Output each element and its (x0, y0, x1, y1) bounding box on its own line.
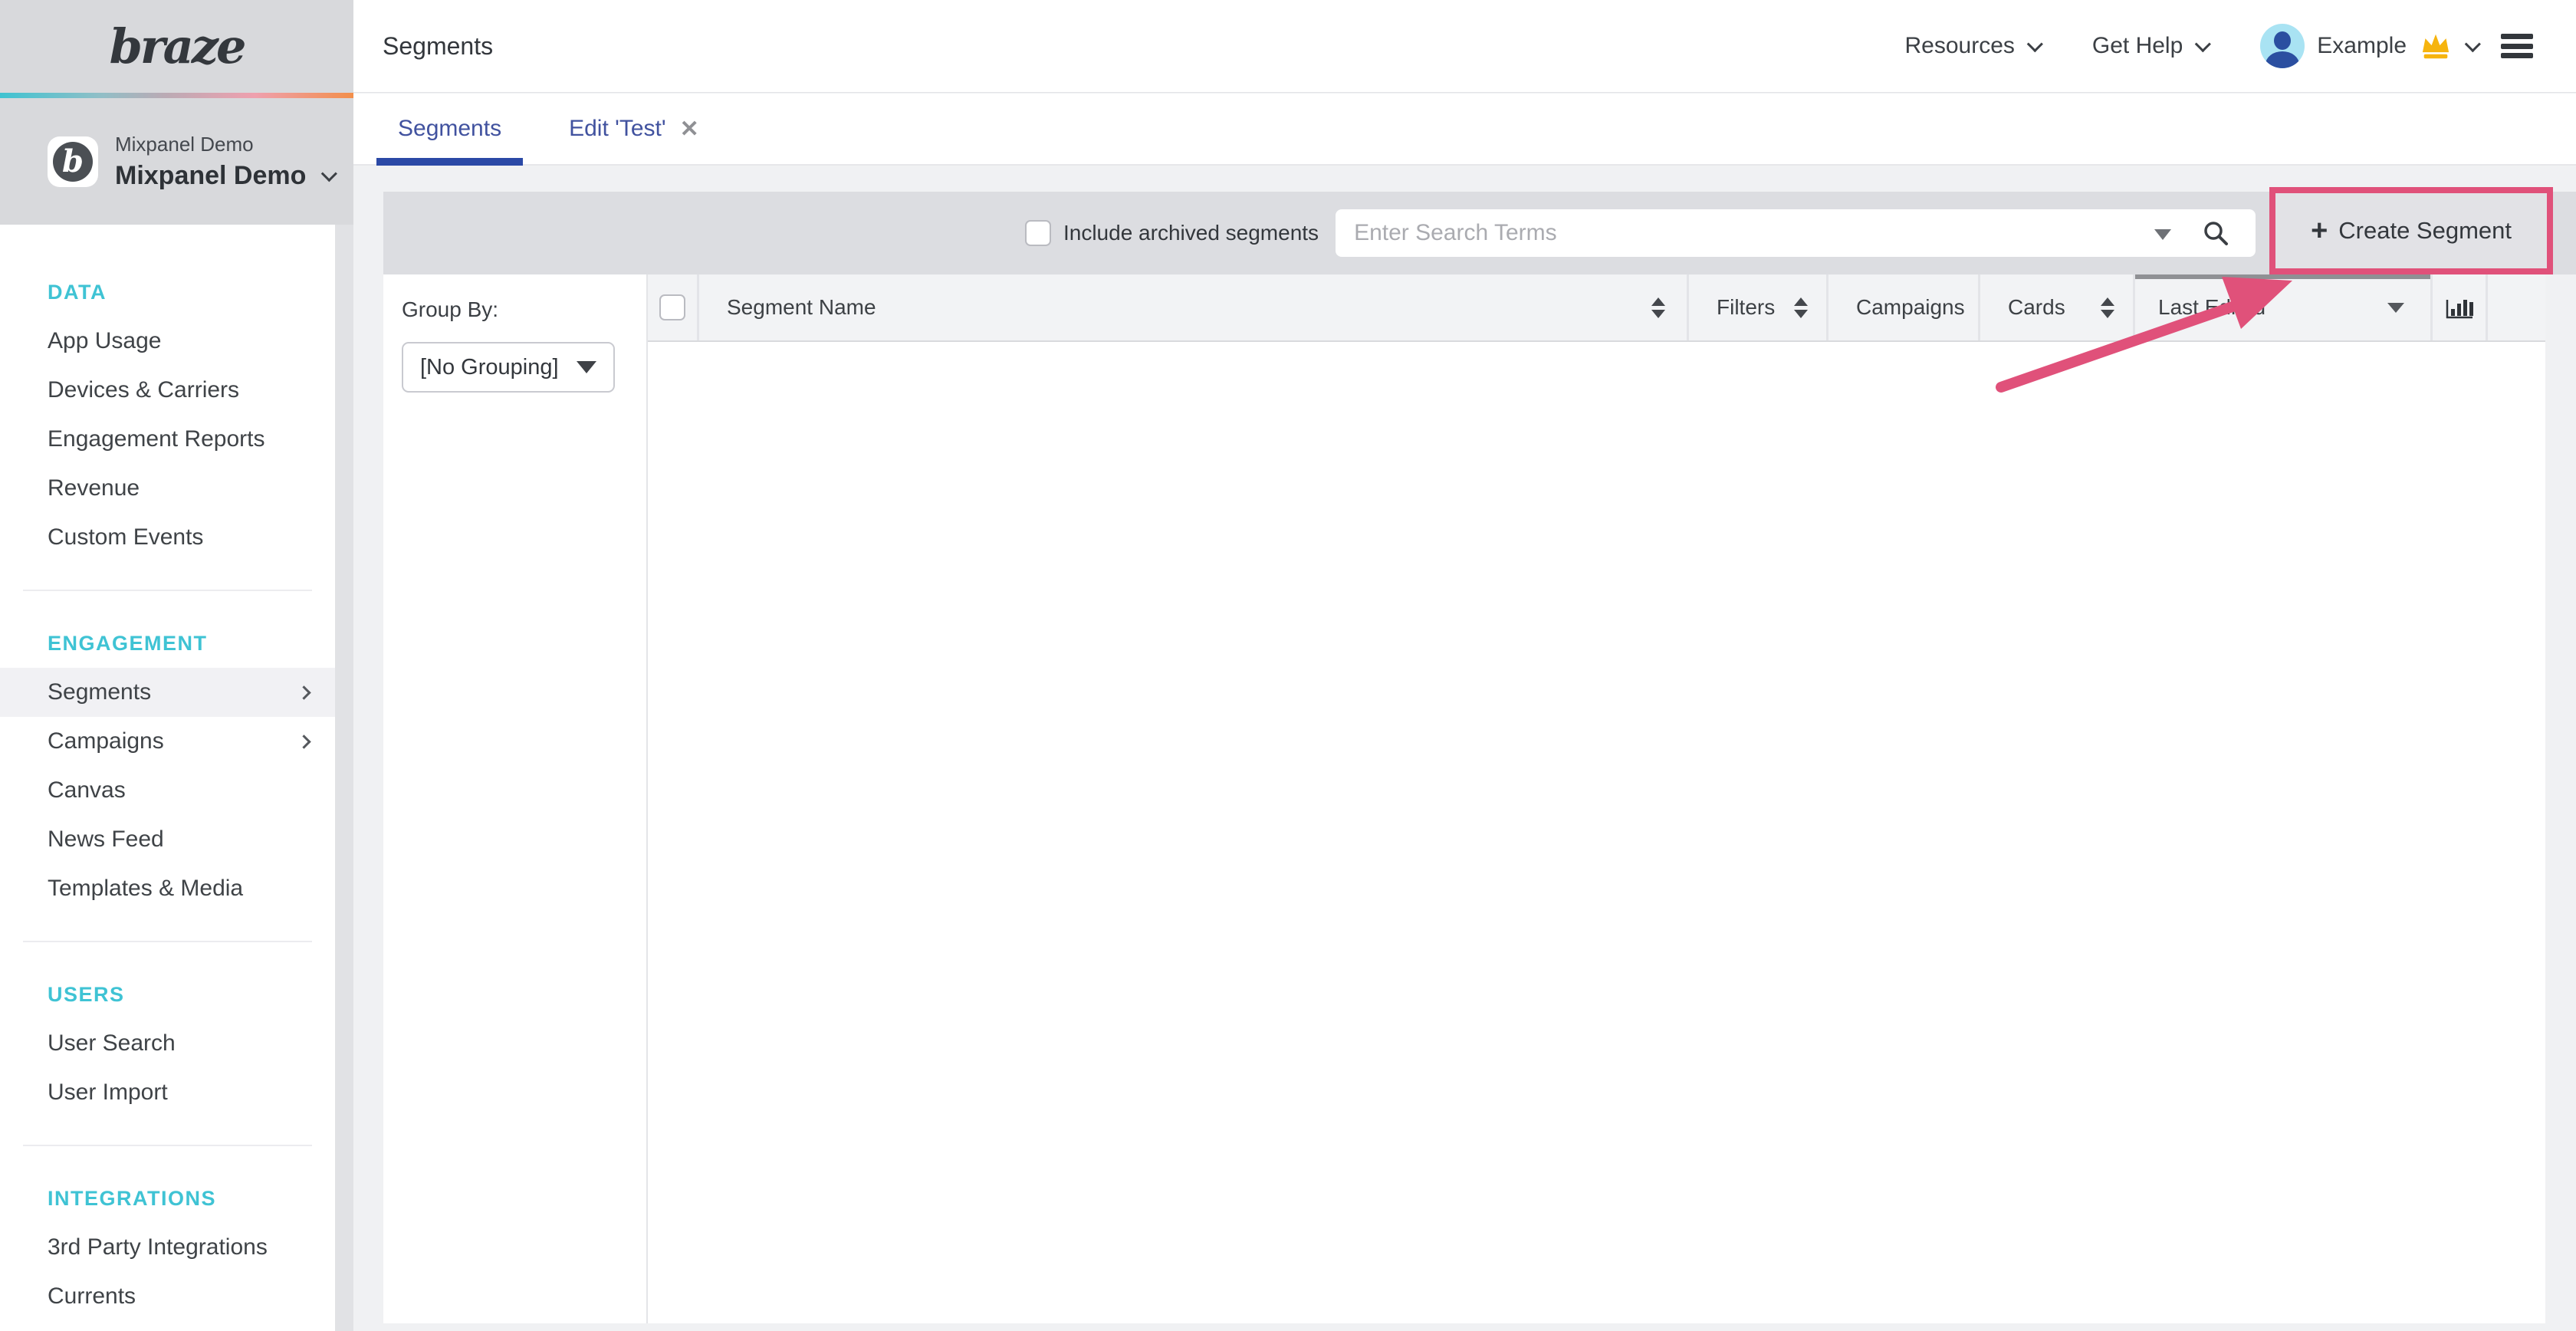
group-by-select[interactable]: [No Grouping] (402, 342, 615, 393)
topbar-right: Resources Get Help Example (1904, 24, 2533, 68)
nav-divider (23, 941, 312, 942)
header-cell-select-all (648, 274, 697, 340)
logo-bar: braze (0, 0, 353, 93)
nav-divider (23, 1145, 312, 1146)
sidebar-item-engagement-reports[interactable]: Engagement Reports (0, 415, 335, 464)
include-archived-checkbox[interactable] (1025, 220, 1051, 246)
avatar (2260, 24, 2305, 68)
section-title-integrations: INTEGRATIONS (0, 1174, 335, 1223)
active-tab-underline (376, 158, 523, 166)
resources-menu[interactable]: Resources (1904, 33, 2038, 59)
create-segment-button[interactable]: + Create Segment (2275, 193, 2547, 268)
tab-edit-test[interactable]: Edit 'Test' ✕ (547, 94, 721, 164)
sidebar-item-templates-media[interactable]: Templates & Media (0, 864, 335, 913)
get-help-menu[interactable]: Get Help (2092, 33, 2206, 59)
column-dropdown-caret-icon[interactable] (2387, 303, 2404, 313)
sidebar-item-segments[interactable]: Segments (0, 668, 335, 717)
segments-table: Segment Name Filters Campaigns Cards (648, 274, 2545, 1323)
chevron-down-icon (2195, 36, 2211, 52)
table-header-row: Segment Name Filters Campaigns Cards (648, 274, 2545, 342)
section-title-users: USERS (0, 970, 335, 1019)
search-dropdown-caret-icon[interactable] (2154, 229, 2171, 240)
sidebar-scroll-gutter (335, 225, 353, 1331)
group-by-value: [No Grouping] (420, 355, 559, 380)
sidebar-item-news-feed[interactable]: News Feed (0, 815, 335, 864)
sidebar-item-3rd-party-integrations[interactable]: 3rd Party Integrations (0, 1223, 335, 1272)
sort-icon[interactable] (1794, 297, 1808, 318)
app-icon-letter: b (53, 142, 93, 182)
sidebar-item-campaigns[interactable]: Campaigns (0, 717, 335, 766)
topbar: Segments Resources Get Help Example (353, 0, 2576, 93)
header-cell-campaigns[interactable]: Campaigns (1826, 274, 1978, 340)
chevron-down-icon (2465, 36, 2481, 52)
nav-divider (23, 590, 312, 591)
segments-panel: Include archived segments + Create Segme… (383, 192, 2576, 1323)
sidebar-item-devices-carriers[interactable]: Devices & Carriers (0, 366, 335, 415)
sidebar-item-revenue[interactable]: Revenue (0, 464, 335, 513)
bar-chart-icon (2444, 294, 2475, 321)
segment-search (1336, 209, 2256, 257)
workspace-texts: Mixpanel Demo Mixpanel Demo (115, 133, 333, 191)
plus-icon: + (2311, 216, 2328, 245)
include-archived-label: Include archived segments (1063, 221, 1319, 245)
sort-icon[interactable] (2101, 297, 2114, 318)
braze-logo: braze (110, 18, 245, 74)
table-body-empty (648, 342, 2545, 1323)
header-cell-filters[interactable]: Filters (1687, 274, 1826, 340)
brand-gradient-divider (0, 93, 353, 98)
header-cell-last-edited[interactable]: Last Edited (2133, 274, 2430, 340)
workspace-switcher[interactable]: b Mixpanel Demo Mixpanel Demo (0, 98, 353, 225)
sidebar: braze b Mixpanel Demo Mixpanel Demo DATA… (0, 0, 353, 1331)
workspace-label: Mixpanel Demo (115, 133, 333, 156)
tabbar: Segments Edit 'Test' ✕ (353, 94, 2576, 166)
sidebar-item-currents[interactable]: Currents (0, 1272, 335, 1321)
content-area: Include archived segments + Create Segme… (353, 166, 2576, 1331)
workspace-name: Mixpanel Demo (115, 161, 306, 191)
braze-dashboard: braze b Mixpanel Demo Mixpanel Demo DATA… (0, 0, 2576, 1331)
sidebar-item-user-import[interactable]: User Import (0, 1068, 335, 1117)
select-caret-icon (577, 361, 596, 373)
segments-body: Group By: [No Grouping] Segment Name (383, 274, 2576, 1323)
annotation-highlight-box: + Create Segment (2269, 187, 2553, 274)
search-icon[interactable] (2202, 219, 2229, 247)
header-cell-analytics[interactable] (2430, 274, 2486, 340)
filter-panel: Group By: [No Grouping] (383, 274, 648, 1323)
account-name: Example (2317, 33, 2407, 59)
sidebar-item-canvas[interactable]: Canvas (0, 766, 335, 815)
app-icon: b (48, 136, 98, 187)
segments-toolbar: Include archived segments + Create Segme… (383, 192, 2576, 274)
chevron-down-icon (2027, 36, 2043, 52)
page-title: Segments (383, 32, 493, 61)
chevron-down-icon (321, 166, 337, 182)
sidebar-nav: DATA App Usage Devices & Carriers Engage… (0, 225, 335, 1331)
select-all-checkbox[interactable] (659, 294, 685, 320)
tab-segments[interactable]: Segments (376, 94, 523, 164)
chevron-right-icon (297, 735, 310, 748)
sort-icon[interactable] (1651, 297, 1665, 318)
sorted-column-indicator (2135, 274, 2430, 279)
crown-icon (2419, 32, 2453, 60)
header-cell-segment-name[interactable]: Segment Name (697, 274, 1687, 340)
section-title-data: DATA (0, 268, 335, 317)
section-title-engagement: ENGAGEMENT (0, 619, 335, 668)
include-archived-group: Include archived segments (1025, 220, 1319, 246)
account-menu[interactable]: Example (2260, 24, 2476, 68)
close-tab-icon[interactable]: ✕ (680, 116, 699, 143)
sidebar-item-user-search[interactable]: User Search (0, 1019, 335, 1068)
sidebar-item-custom-events[interactable]: Custom Events (0, 513, 335, 562)
hamburger-menu-icon[interactable] (2501, 34, 2533, 58)
sidebar-item-app-usage[interactable]: App Usage (0, 317, 335, 366)
search-input[interactable] (1336, 209, 2256, 257)
chevron-right-icon (297, 685, 310, 699)
header-cell-cards[interactable]: Cards (1978, 274, 2133, 340)
group-by-label: Group By: (402, 297, 646, 322)
header-cell-extra (2486, 274, 2545, 340)
